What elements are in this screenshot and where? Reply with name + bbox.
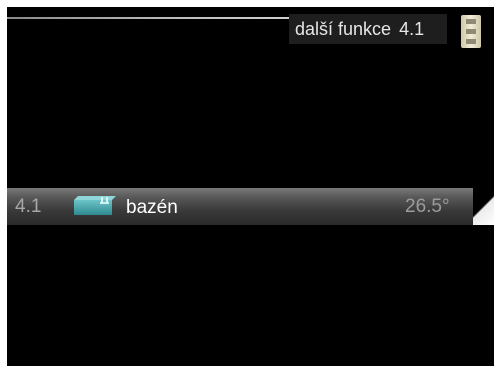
menu-item-number: 4.1 [15, 196, 42, 217]
scroll-mark-top [466, 19, 476, 24]
scroll-indicator-icon[interactable] [461, 15, 481, 48]
header-divider [7, 17, 289, 19]
page-curl-corner [473, 188, 494, 225]
scroll-mark-middle [466, 29, 476, 34]
menu-item-pool[interactable]: 4.1 bazén 26.5° [7, 188, 494, 225]
page-title: další funkce 4.1 [289, 14, 447, 44]
page-title-text: další funkce [295, 19, 392, 39]
pool-icon [74, 196, 116, 215]
display-screen: další funkce 4.1 4.1 bazén 26.5° [7, 7, 494, 366]
scroll-mark-bottom [466, 39, 476, 44]
menu-item-label: bazén [126, 197, 178, 218]
menu-number: 4.1 [399, 19, 425, 39]
pool-temperature-value: 26.5° [405, 196, 450, 217]
